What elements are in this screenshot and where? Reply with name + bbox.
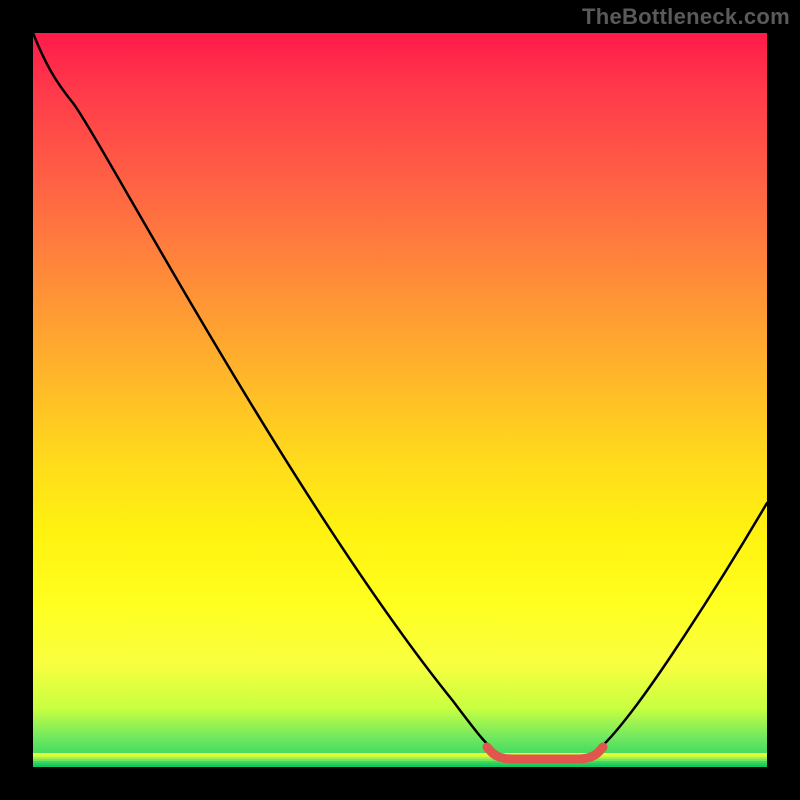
chart-frame: TheBottleneck.com — [0, 0, 800, 800]
bottleneck-curve — [33, 33, 767, 757]
curve-layer — [33, 33, 767, 767]
watermark-text: TheBottleneck.com — [582, 4, 790, 30]
optimal-marker — [487, 747, 603, 759]
plot-area — [33, 33, 767, 767]
